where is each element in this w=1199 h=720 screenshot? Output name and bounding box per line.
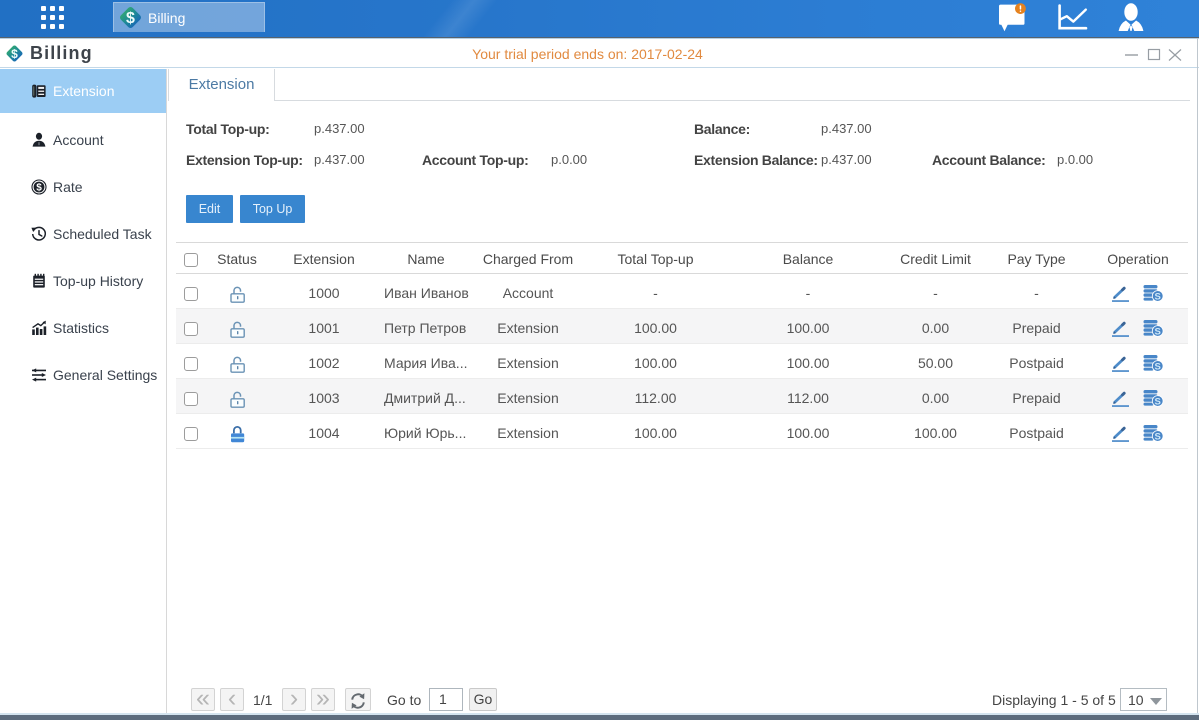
svg-text:$: $ <box>126 10 135 27</box>
svg-text:$: $ <box>36 182 42 193</box>
